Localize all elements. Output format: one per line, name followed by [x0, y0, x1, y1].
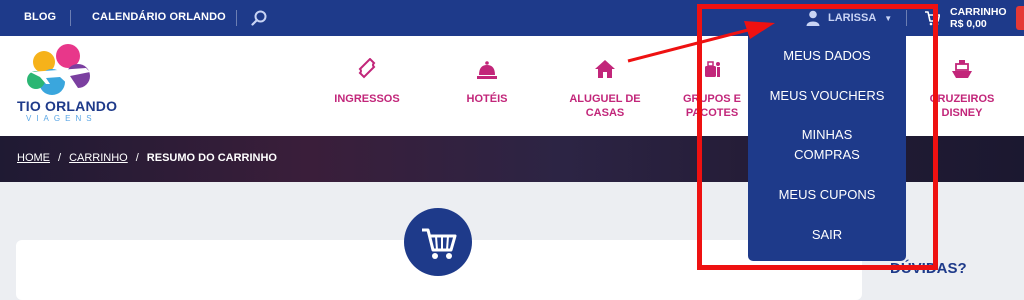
house-icon	[595, 60, 615, 78]
calendar-link[interactable]: CALENDÁRIO ORLANDO	[92, 11, 226, 23]
cart-label: CARRINHO	[950, 6, 1007, 18]
cart-count-badge	[1016, 6, 1024, 30]
nav-ingressos[interactable]: INGRESSOS	[334, 58, 400, 106]
cart-summary[interactable]: CARRINHO R$ 0,00	[950, 6, 1007, 30]
topbar-divider	[236, 10, 237, 26]
blog-link[interactable]: BLOG	[24, 11, 56, 23]
cart-summary-badge	[404, 208, 472, 276]
breadcrumb-current: RESUMO DO CARRINHO	[146, 152, 277, 164]
highlight-box	[697, 4, 938, 270]
nav-label-line: ALUGUEL DE	[569, 93, 641, 105]
nav-label: HOTÉIS	[466, 93, 508, 105]
nav-hoteis[interactable]: HOTÉIS	[462, 58, 512, 106]
breadcrumb-separator: /	[58, 152, 62, 164]
breadcrumb: HOME / CARRINHO / RESUMO DO CARRINHO	[17, 152, 277, 164]
nav-label: INGRESSOS	[334, 93, 400, 105]
search-icon[interactable]	[250, 9, 268, 27]
cart-total: R$ 0,00	[950, 18, 987, 30]
topbar-divider	[70, 10, 71, 26]
logo-subtitle: VIAGENS	[26, 114, 97, 123]
ship-icon	[952, 60, 972, 78]
logo-name: TIO ORLANDO	[17, 98, 118, 114]
breadcrumb-home[interactable]: HOME	[17, 152, 50, 164]
ticket-icon	[358, 58, 376, 79]
breadcrumb-cart[interactable]: CARRINHO	[69, 152, 128, 164]
shopping-cart-icon	[422, 228, 457, 259]
bell-icon	[477, 61, 497, 79]
nav-aluguel-de-casas[interactable]: ALUGUEL DE CASAS	[566, 58, 644, 120]
breadcrumb-separator: /	[135, 152, 139, 164]
nav-label-line: CASAS	[585, 107, 625, 119]
